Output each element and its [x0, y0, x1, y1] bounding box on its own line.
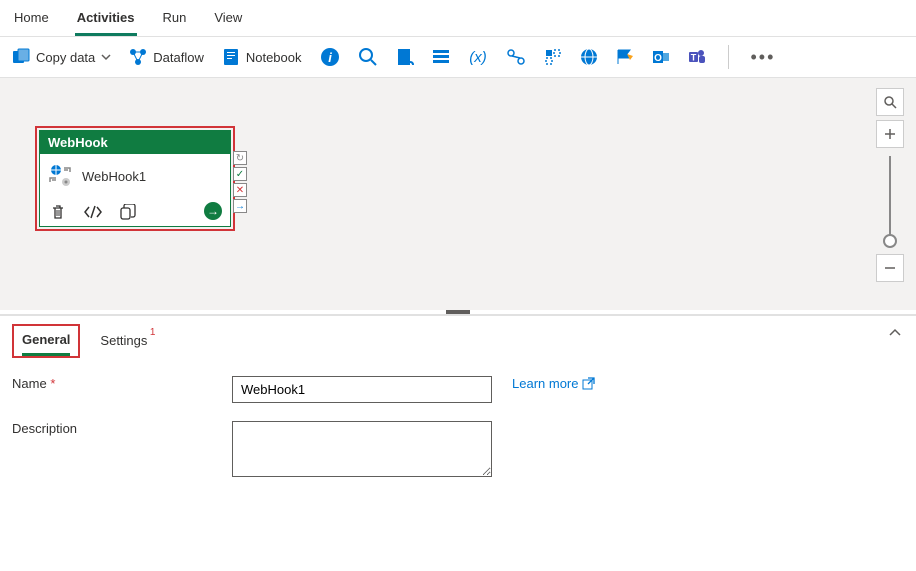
- node-side-handles: ↻ ✓ ✕ →: [233, 151, 247, 213]
- canvas-controls: [876, 88, 904, 282]
- copy-data-label: Copy data: [36, 50, 95, 65]
- run-icon[interactable]: →: [204, 202, 222, 220]
- tab-view[interactable]: View: [212, 6, 244, 36]
- external-link-icon: [582, 377, 595, 390]
- tab-settings[interactable]: Settings 1: [100, 329, 147, 354]
- globe-icon: [580, 48, 598, 66]
- plus-icon: [883, 127, 897, 141]
- dataflow-button[interactable]: Dataflow: [129, 48, 204, 66]
- copy-data-button[interactable]: Copy data: [12, 48, 111, 66]
- code-icon[interactable]: [84, 205, 102, 219]
- name-label: Name *: [12, 376, 212, 391]
- collapse-button[interactable]: [888, 326, 902, 340]
- lookup-icon: [506, 48, 526, 66]
- properties-panel: General Settings 1 Name * Learn more Des…: [0, 314, 916, 513]
- teams-button[interactable]: T: [688, 48, 706, 66]
- list-icon: [432, 48, 450, 66]
- toolbar-divider: [728, 45, 729, 69]
- search-icon: [883, 95, 897, 109]
- toolbar: Copy data Dataflow Notebook i (x) O T ••: [0, 37, 916, 78]
- teams-icon: T: [688, 48, 706, 66]
- lookup-button[interactable]: [506, 48, 526, 66]
- svg-text:T: T: [690, 53, 696, 63]
- dataflow-label: Dataflow: [153, 50, 204, 65]
- general-form: Name * Learn more Description: [0, 358, 916, 513]
- search-icon: [358, 47, 378, 67]
- svg-text:i: i: [328, 50, 332, 65]
- settings-label: Settings: [100, 333, 147, 348]
- zoom-slider[interactable]: [889, 156, 891, 246]
- canvas[interactable]: WebHook WebHook1 → ↻ ✓ ✕ →: [0, 78, 916, 310]
- outlook-button[interactable]: O: [652, 48, 670, 66]
- more-button[interactable]: •••: [751, 47, 776, 68]
- name-input[interactable]: [232, 376, 492, 403]
- learn-more-link[interactable]: Learn more: [512, 376, 595, 391]
- script-icon: [396, 48, 414, 66]
- node-footer: →: [40, 198, 230, 226]
- web-button[interactable]: [580, 48, 598, 66]
- svg-text:(x): (x): [469, 49, 487, 66]
- zoom-out-button[interactable]: [876, 254, 904, 282]
- svg-text:O: O: [654, 53, 662, 64]
- settings-badge: 1: [150, 327, 156, 338]
- tab-run[interactable]: Run: [161, 6, 189, 36]
- chevron-up-icon: [888, 326, 902, 340]
- tab-general[interactable]: General: [22, 328, 70, 356]
- search-canvas-button[interactable]: [876, 88, 904, 116]
- copy-icon[interactable]: [120, 204, 136, 220]
- dataflow-icon: [129, 48, 147, 66]
- webhook-activity-node[interactable]: WebHook WebHook1 → ↻ ✓ ✕ →: [39, 130, 231, 227]
- menu-tabs: Home Activities Run View: [0, 0, 916, 37]
- tab-home[interactable]: Home: [12, 6, 51, 36]
- retry-handle[interactable]: ↻: [233, 151, 247, 165]
- script-button[interactable]: [396, 48, 414, 66]
- props-tabs: General Settings 1: [0, 316, 916, 358]
- node-header: WebHook: [40, 131, 230, 154]
- skip-handle[interactable]: →: [233, 199, 247, 213]
- list-button[interactable]: [432, 48, 450, 66]
- description-input[interactable]: [232, 421, 492, 477]
- variable-icon: (x): [468, 48, 488, 66]
- notebook-label: Notebook: [246, 50, 302, 65]
- metadata-icon: [544, 48, 562, 66]
- delete-icon[interactable]: [50, 204, 66, 220]
- info-icon: i: [320, 47, 340, 67]
- node-name: WebHook1: [82, 169, 146, 184]
- success-handle[interactable]: ✓: [233, 167, 247, 181]
- outlook-icon: O: [652, 48, 670, 66]
- flag-icon: [616, 48, 634, 66]
- zoom-handle[interactable]: [883, 234, 897, 248]
- variable-button[interactable]: (x): [468, 48, 488, 66]
- learn-more-label: Learn more: [512, 376, 578, 391]
- zoom-in-button[interactable]: [876, 120, 904, 148]
- copy-data-icon: [12, 48, 30, 66]
- required-indicator: *: [50, 376, 55, 391]
- general-tab-highlight: General: [12, 324, 80, 358]
- notebook-icon: [222, 48, 240, 66]
- flag-button[interactable]: [616, 48, 634, 66]
- node-body: WebHook1: [40, 154, 230, 198]
- description-row: Description: [12, 421, 904, 477]
- chevron-down-icon: [101, 52, 111, 62]
- notebook-button[interactable]: Notebook: [222, 48, 302, 66]
- info-button[interactable]: i: [320, 47, 340, 67]
- search-button[interactable]: [358, 47, 378, 67]
- minus-icon: [883, 261, 897, 275]
- tab-activities[interactable]: Activities: [75, 6, 137, 36]
- selection-highlight: WebHook WebHook1 → ↻ ✓ ✕ →: [35, 126, 235, 231]
- name-row: Name * Learn more: [12, 376, 904, 403]
- webhook-icon: [48, 164, 72, 188]
- description-label: Description: [12, 421, 212, 436]
- metadata-button[interactable]: [544, 48, 562, 66]
- fail-handle[interactable]: ✕: [233, 183, 247, 197]
